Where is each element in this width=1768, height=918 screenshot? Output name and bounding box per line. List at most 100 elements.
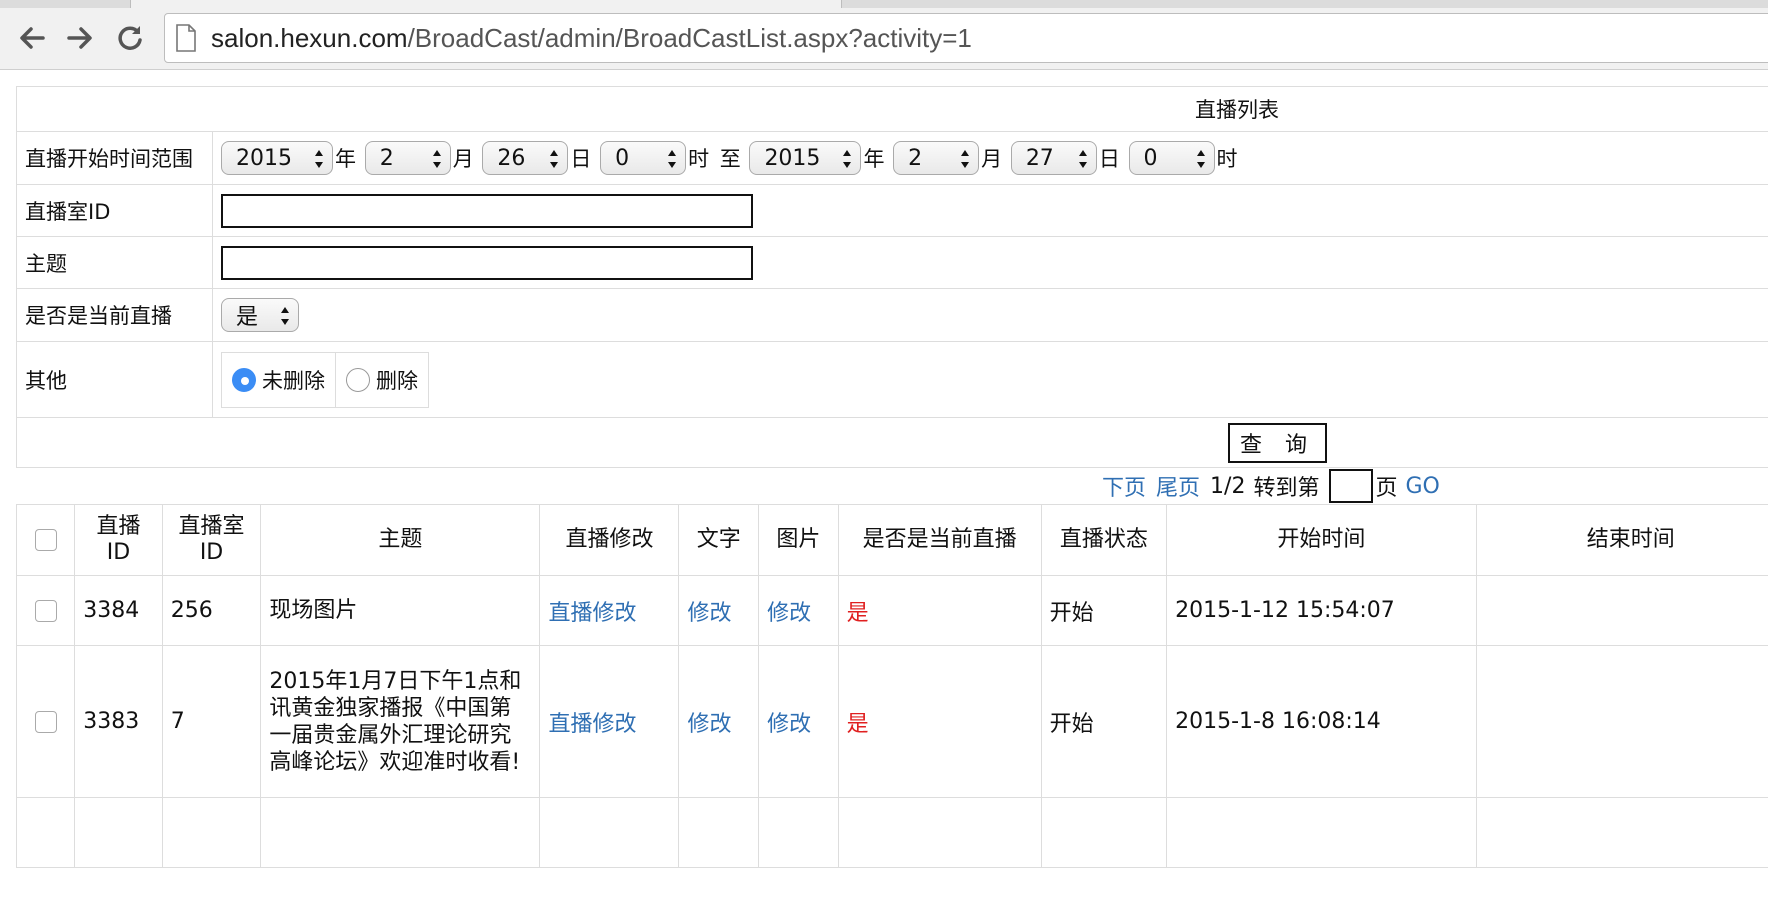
header-text: 文字 <box>678 504 760 576</box>
end-year-value: 2015 <box>764 145 821 171</box>
select-all-header <box>16 504 76 576</box>
row-checkbox[interactable] <box>34 599 57 622</box>
hour-unit: 时 <box>688 147 710 171</box>
day-unit: 日 <box>570 147 592 171</box>
month-unit: 月 <box>981 147 1003 171</box>
tab-strip <box>0 0 1768 8</box>
header-start-time: 开始时间 <box>1166 504 1477 576</box>
edit-image-link[interactable]: 修改 <box>767 601 811 626</box>
pagination: 下页 尾页 1/2 转到第 页 GO <box>1102 468 1440 504</box>
form-title-cell: 直播列表 <box>16 86 1768 132</box>
last-page-link[interactable]: 尾页 <box>1156 470 1200 502</box>
start-month-select[interactable]: 2 <box>364 141 451 175</box>
header-end-time: 结束时间 <box>1476 504 1768 576</box>
cell-broadcast-id: 3383 <box>74 645 163 798</box>
edit-broadcast-link[interactable]: 直播修改 <box>548 601 636 626</box>
cell-end-time <box>1476 575 1768 646</box>
day-unit: 日 <box>1098 147 1120 171</box>
page-unit-label: 页 <box>1375 476 1398 501</box>
cell-edit: 直播修改 <box>539 575 680 646</box>
end-year-select[interactable]: 2015 <box>749 141 862 175</box>
topic-label: 主题 <box>16 236 213 289</box>
table-row: 3383 7 2015年1月7日下午1点和讯黄金独家播报《中国第一届贵金属外汇理… <box>16 645 1768 798</box>
cell-topic: 现场图片 <box>260 575 541 646</box>
is-current-badge: 是 <box>846 711 869 737</box>
end-hour-select[interactable]: 0 <box>1128 141 1215 175</box>
start-day-select[interactable]: 26 <box>482 141 569 175</box>
hour-unit: 时 <box>1216 147 1238 171</box>
is-current-select[interactable]: 是 <box>221 298 299 332</box>
to-label: 至 <box>719 147 741 171</box>
query-row: 查 询 <box>16 417 1768 468</box>
select-arrows-icon <box>281 307 289 325</box>
radio-checked-icon[interactable] <box>232 367 256 392</box>
arrow-left-icon <box>20 27 45 49</box>
header-room-id-line1: 直播室 <box>178 514 245 539</box>
select-all-checkbox[interactable] <box>34 529 57 551</box>
select-arrows-icon <box>550 150 559 168</box>
edit-broadcast-link[interactable]: 直播修改 <box>548 712 636 737</box>
topic-input[interactable] <box>221 245 753 280</box>
header-room-id: 直播室 ID <box>162 504 262 576</box>
query-button[interactable]: 查 询 <box>1228 422 1327 463</box>
radio-not-deleted-label: 未删除 <box>262 368 325 393</box>
row-checkbox-cell <box>16 575 76 646</box>
cell-text: 修改 <box>678 645 760 798</box>
back-button[interactable] <box>12 18 52 58</box>
start-day-value: 26 <box>497 145 526 171</box>
browser-toolbar: salon.hexun.com/BroadCast/admin/BroadCas… <box>0 0 1768 70</box>
cell-topic: 2015年1月7日下午1点和讯黄金独家播报《中国第一届贵金属外汇理论研究高峰论坛… <box>260 645 541 798</box>
end-month-value: 2 <box>908 145 923 171</box>
page-number-input[interactable] <box>1329 469 1374 503</box>
delete-status-radio-group: 未删除 删除 <box>221 351 429 408</box>
url-path: /BroadCast/admin/BroadCastList.aspx?acti… <box>407 23 972 53</box>
form-title: 直播列表 <box>1195 98 1279 122</box>
header-edit: 直播修改 <box>539 504 680 576</box>
cell-status: 开始 <box>1041 575 1168 646</box>
goto-label: 转到第 <box>1253 476 1320 501</box>
url-text[interactable]: salon.hexun.com/BroadCast/admin/BroadCas… <box>211 23 972 54</box>
edit-text-link[interactable]: 修改 <box>687 601 731 626</box>
header-broadcast-id-line2: ID <box>106 540 131 565</box>
search-form: 直播列表 直播开始时间范围 2015 年 2 月 26 日 0 时 至 2015 年 2 月… <box>16 86 1768 468</box>
other-label: 其他 <box>16 341 213 418</box>
end-month-select[interactable]: 2 <box>893 141 980 175</box>
header-broadcast-id: 直播 ID <box>74 504 163 576</box>
url-host: salon.hexun.com <box>211 23 408 53</box>
edit-image-link[interactable]: 修改 <box>767 712 811 737</box>
end-day-select[interactable]: 27 <box>1010 141 1097 175</box>
next-page-link[interactable]: 下页 <box>1102 470 1146 502</box>
radio-unchecked-icon[interactable] <box>346 367 370 392</box>
radio-not-deleted[interactable]: 未删除 <box>222 352 336 407</box>
go-button[interactable]: GO <box>1405 474 1439 499</box>
end-day-value: 27 <box>1025 145 1054 171</box>
select-arrows-icon <box>315 150 323 168</box>
room-id-cell <box>212 184 1768 237</box>
arrow-right-icon <box>67 27 92 49</box>
cell-edit: 直播修改 <box>539 645 680 798</box>
room-id-input[interactable] <box>221 193 753 228</box>
select-arrows-icon <box>843 150 852 168</box>
is-current-label: 是否是当前直播 <box>16 288 213 342</box>
end-hour-value: 0 <box>1143 145 1158 171</box>
row-checkbox[interactable] <box>34 710 57 733</box>
start-hour-select[interactable]: 0 <box>600 141 687 175</box>
time-range-cell: 2015 年 2 月 26 日 0 时 至 2015 年 2 月 27 日 0 时 <box>212 131 1768 185</box>
start-hour-value: 0 <box>615 145 630 171</box>
room-id-label: 直播室ID <box>16 184 213 237</box>
cell-is-current: 是 <box>838 645 1042 798</box>
address-bar[interactable]: salon.hexun.com/BroadCast/admin/BroadCas… <box>164 13 1768 63</box>
cell-image: 修改 <box>758 575 839 646</box>
forward-button[interactable] <box>60 18 100 58</box>
browser-tab[interactable] <box>130 0 842 8</box>
select-arrows-icon <box>961 150 970 168</box>
start-year-select[interactable]: 2015 <box>221 141 333 175</box>
is-current-cell: 是 <box>212 288 1768 342</box>
header-status: 直播状态 <box>1041 504 1168 576</box>
radio-deleted[interactable]: 删除 <box>336 353 428 407</box>
edit-text-link[interactable]: 修改 <box>687 712 731 737</box>
reload-button[interactable] <box>110 18 150 58</box>
table-row: 3384 256 现场图片 直播修改 修改 修改 是 开始 2015-1-12 … <box>16 575 1768 646</box>
year-unit: 年 <box>335 147 356 171</box>
year-unit: 年 <box>863 147 885 171</box>
